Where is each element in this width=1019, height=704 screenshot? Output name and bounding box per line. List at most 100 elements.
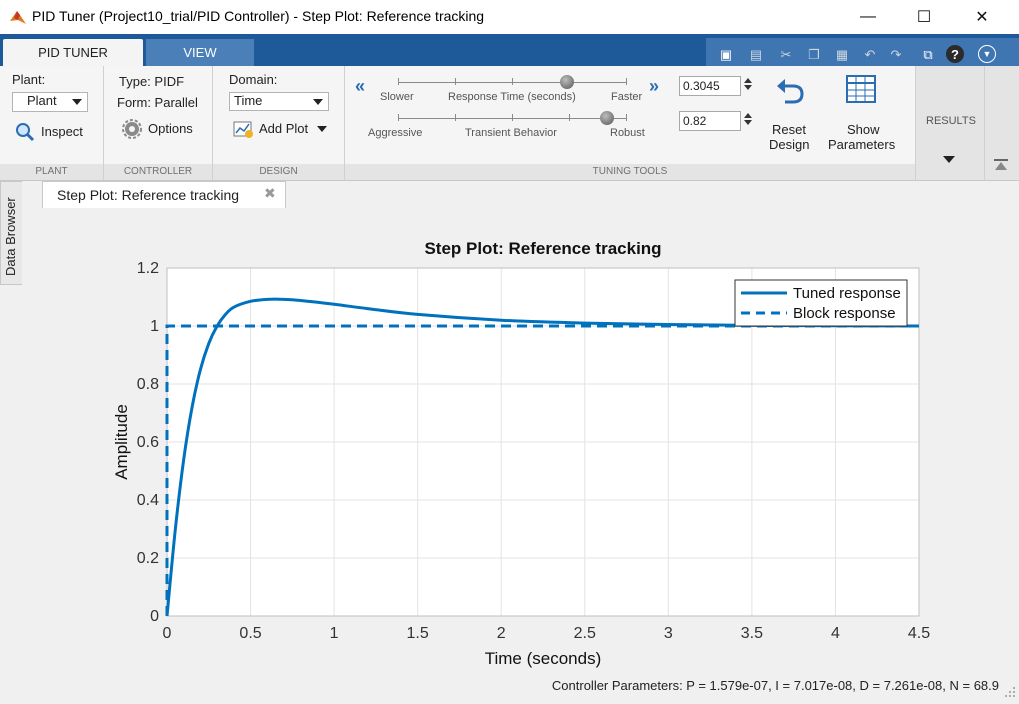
- y-tick-label: 1: [150, 318, 159, 335]
- y-tick-label: 0: [150, 608, 159, 625]
- controller-section-label: CONTROLLER: [104, 164, 212, 180]
- cut-icon[interactable]: ✂: [776, 45, 796, 65]
- close-button[interactable]: ✕: [959, 0, 1005, 34]
- reset-design-label-2: Design: [769, 137, 810, 152]
- y-axis-label: Amplitude: [112, 404, 131, 480]
- plant-section: Plant: Plant Inspect PLANT: [0, 66, 104, 180]
- plant-label: Plant:: [12, 72, 46, 87]
- design-section-label: DESIGN: [213, 164, 344, 180]
- add-plot-button[interactable]: Add Plot: [233, 118, 343, 140]
- magnifier-icon: [16, 123, 35, 142]
- reset-design-button[interactable]: Reset Design: [763, 72, 817, 158]
- response-time-spinner[interactable]: [742, 76, 754, 96]
- x-tick-label: 3: [664, 625, 673, 642]
- design-section: Domain: Time Add Plot DESIGN: [213, 66, 345, 180]
- tab-step-plot-label: Step Plot: Reference tracking: [57, 187, 240, 203]
- minimize-button[interactable]: —: [845, 0, 891, 34]
- spin-down-icon: [744, 120, 752, 125]
- x-tick-label: 1: [330, 625, 339, 642]
- domain-dropdown-value: Time: [234, 93, 263, 108]
- y-tick-label: 1.2: [137, 260, 159, 277]
- tab-pid-tuner[interactable]: PID TUNER: [3, 39, 143, 66]
- tuning-tools-section: « » Slower Response Time (seconds) Faste…: [345, 66, 916, 180]
- transient-behavior-input[interactable]: 0.82: [679, 111, 741, 131]
- quick-access-toolbar: ▣ ▤ ✂ ❐ ▦ ↶ ↷ ⧉ ? ▼: [706, 38, 1019, 66]
- save-icon[interactable]: ▤: [746, 45, 766, 65]
- show-parameters-button[interactable]: Show Parameters: [825, 72, 905, 158]
- robust-label: Robust: [610, 127, 645, 139]
- show-parameters-label-1: Show: [847, 122, 880, 137]
- resize-grip-icon[interactable]: [1004, 686, 1016, 698]
- dock-icon[interactable]: ▣: [716, 45, 736, 65]
- domain-dropdown[interactable]: Time: [229, 92, 329, 111]
- controller-form: Form: Parallel: [117, 95, 198, 110]
- plot-panel: 0 0.5 1 1.5 2 2.5 3 3.5 4 4.5 0 0.2 0.4 0.6 0.8 1 1.2 Ste…: [22, 208, 1019, 701]
- y-tick-label: 0.6: [137, 434, 159, 451]
- plant-dropdown[interactable]: Plant: [12, 92, 88, 112]
- x-tick-label: 4: [831, 625, 840, 642]
- slower-arrow-icon[interactable]: «: [355, 76, 365, 97]
- close-icon[interactable]: ✖: [264, 185, 276, 202]
- x-tick-label: 4.5: [908, 625, 930, 642]
- x-tick-label: 2.5: [574, 625, 596, 642]
- inspect-button[interactable]: Inspect: [14, 120, 102, 142]
- options-label: Options: [148, 121, 193, 136]
- transient-behavior-spinner[interactable]: [742, 111, 754, 131]
- chevron-down-icon: [317, 126, 327, 132]
- step-plot-chart[interactable]: 0 0.5 1 1.5 2 2.5 3 3.5 4 4.5 0 0.2 0.4 0.6 0.8 1 1.2 Ste…: [22, 208, 1019, 701]
- x-tick-label: 3.5: [741, 625, 763, 642]
- switch-windows-icon[interactable]: ⧉: [918, 45, 938, 65]
- transient-behavior-slider-thumb[interactable]: [600, 111, 614, 125]
- spin-down-icon: [744, 85, 752, 90]
- add-plot-icon: [233, 121, 253, 138]
- x-tick-label: 0.5: [239, 625, 261, 642]
- collapse-toolstrip-icon[interactable]: [993, 158, 1009, 172]
- faster-label: Faster: [611, 91, 643, 103]
- y-tick-label: 0.4: [137, 492, 159, 509]
- y-tick-label: 0.8: [137, 376, 159, 393]
- aggressive-label: Aggressive: [368, 127, 423, 139]
- x-axis-label: Time (seconds): [485, 649, 602, 668]
- spin-up-icon: [744, 113, 752, 118]
- copy-icon[interactable]: ❐: [804, 45, 824, 65]
- data-browser-sidebar-tab[interactable]: Data Browser: [0, 181, 24, 285]
- chart-title: Step Plot: Reference tracking: [424, 239, 661, 258]
- plant-dropdown-value: Plant: [27, 93, 57, 108]
- window-title: PID Tuner (Project10_trial/PID Controlle…: [32, 8, 485, 24]
- chevron-down-icon[interactable]: ▼: [978, 45, 996, 63]
- redo-icon[interactable]: ↷: [886, 45, 906, 65]
- response-time-slider-thumb[interactable]: [560, 75, 574, 89]
- gear-icon: [122, 119, 142, 139]
- paste-icon[interactable]: ▦: [832, 45, 852, 65]
- add-plot-label: Add Plot: [259, 121, 309, 136]
- options-button[interactable]: Options: [122, 118, 207, 140]
- title-bar: PID Tuner (Project10_trial/PID Controlle…: [0, 0, 1019, 35]
- chevron-down-icon: [313, 99, 323, 105]
- chevron-down-icon: [72, 99, 82, 105]
- plant-section-label: PLANT: [0, 164, 103, 180]
- transient-behavior-label: Transient Behavior: [465, 127, 557, 139]
- help-icon[interactable]: ?: [946, 45, 964, 63]
- ribbon-tab-strip: PID TUNER VIEW ▣ ▤ ✂ ❐ ▦ ↶ ↷ ⧉ ? ▼: [0, 34, 1019, 66]
- show-parameters-label-2: Parameters: [828, 137, 896, 152]
- maximize-button[interactable]: ☐: [901, 0, 947, 34]
- controller-type: Type: PIDF: [119, 74, 185, 89]
- chevron-down-icon: [943, 156, 955, 163]
- tuning-tools-section-label: TUNING TOOLS: [345, 164, 915, 180]
- data-browser-label: Data Browser: [3, 197, 18, 276]
- results-section[interactable]: RESULTS: [916, 66, 985, 180]
- results-label: RESULTS: [926, 115, 976, 127]
- response-time-label: Response Time (seconds): [448, 91, 576, 103]
- spin-up-icon: [744, 78, 752, 83]
- legend-entry: Tuned response: [793, 285, 901, 302]
- y-tick-label: 0.2: [137, 550, 159, 567]
- controller-section: Type: PIDF Form: Parallel Options CONTRO…: [104, 66, 213, 180]
- tab-step-plot[interactable]: Step Plot: Reference tracking ✖: [42, 181, 286, 209]
- faster-arrow-icon[interactable]: »: [649, 76, 659, 97]
- tab-view[interactable]: VIEW: [146, 39, 254, 66]
- undo-icon[interactable]: ↶: [860, 45, 880, 65]
- controller-parameters: Controller Parameters: P = 1.579e-07, I …: [551, 678, 999, 693]
- toolstrip: Plant: Plant Inspect PLANT Type: PIDF Fo…: [0, 66, 1019, 181]
- response-time-input[interactable]: 0.3045: [679, 76, 741, 96]
- x-tick-label: 1.5: [407, 625, 429, 642]
